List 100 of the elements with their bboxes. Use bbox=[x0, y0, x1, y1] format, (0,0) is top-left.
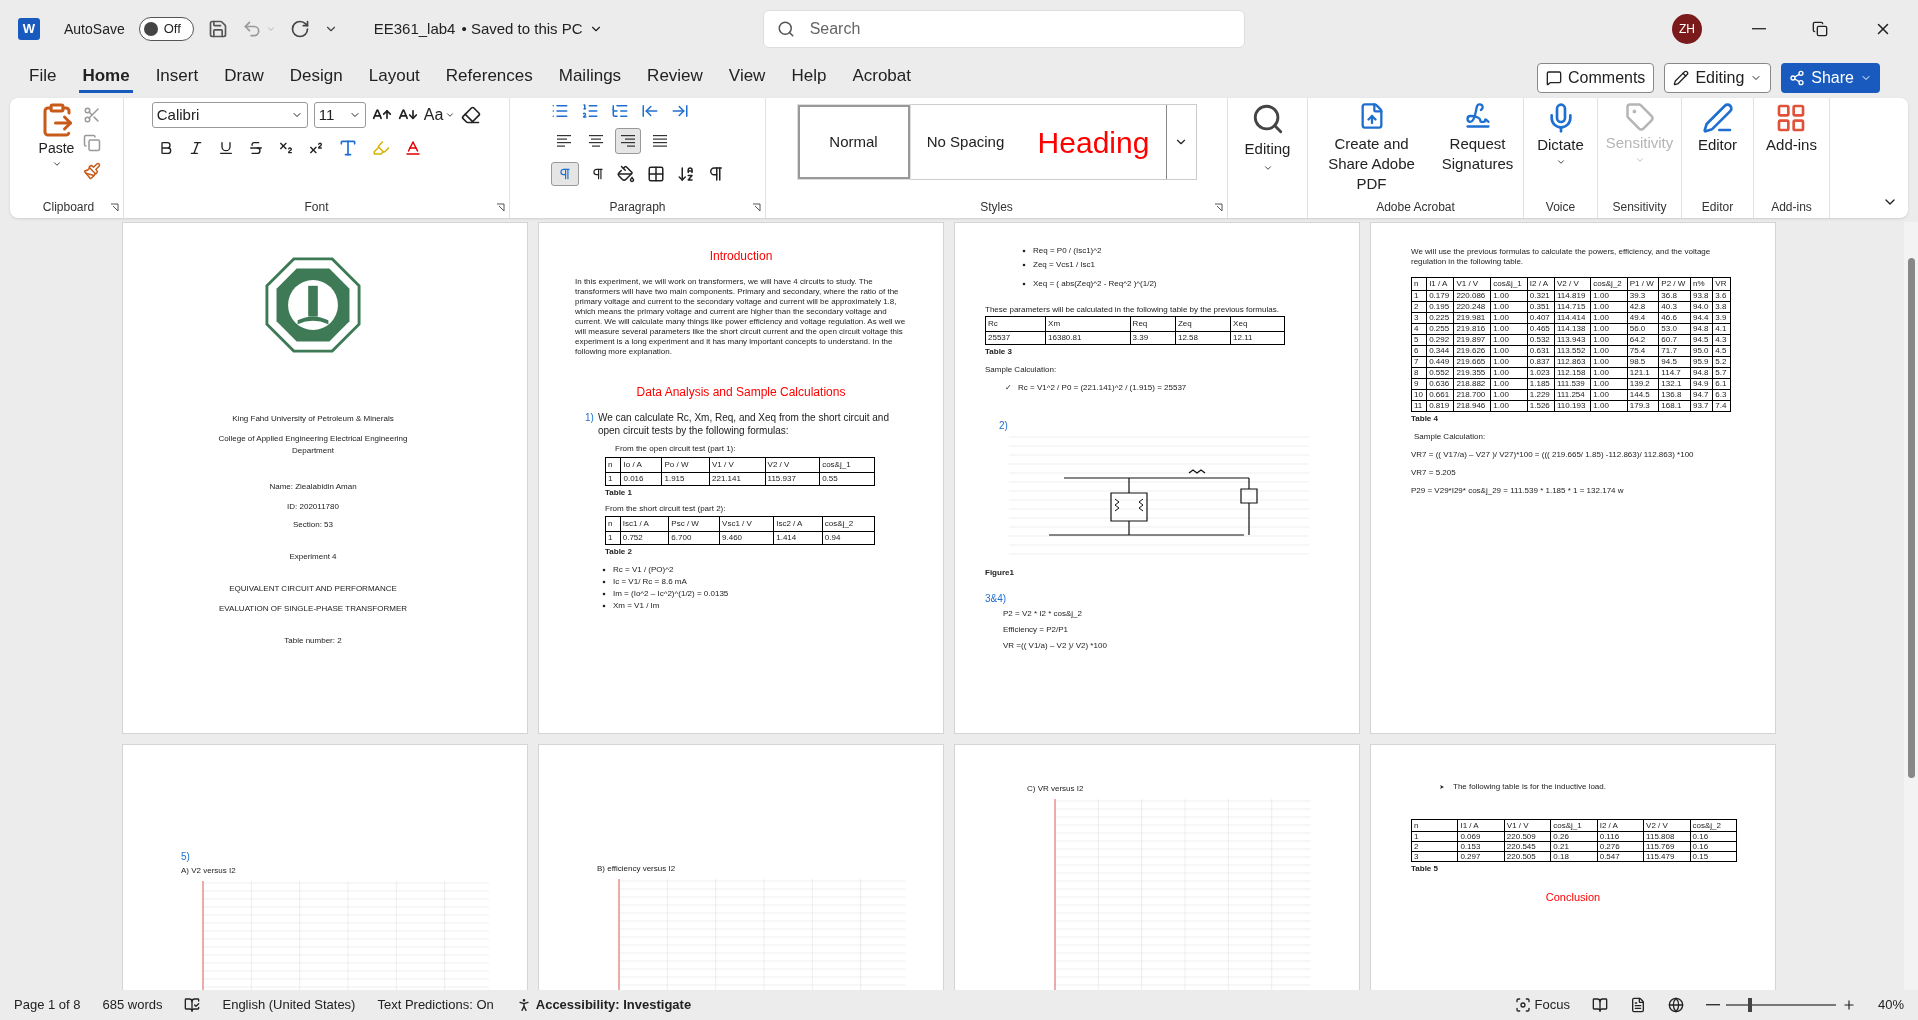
editing-mode-button[interactable]: Editing bbox=[1664, 63, 1772, 93]
style-option[interactable]: Normal bbox=[797, 105, 910, 179]
table-header: I1 / A bbox=[1426, 277, 1454, 291]
table-header: Isc1 / A bbox=[620, 516, 669, 532]
ribbon-tab[interactable]: Acrobat bbox=[849, 62, 914, 94]
table-cell: 94.5 bbox=[1658, 356, 1691, 368]
ribbon-tab[interactable]: Insert bbox=[152, 62, 202, 94]
group-label: Sensitivity bbox=[1612, 199, 1667, 216]
zoom-slider-thumb[interactable] bbox=[1747, 998, 1752, 1012]
ribbon-tab[interactable]: Review bbox=[644, 62, 706, 94]
autosave-toggle[interactable]: Off bbox=[138, 17, 194, 41]
table-header: I1 / A bbox=[1457, 819, 1505, 832]
table-cell: 0.18 bbox=[1550, 851, 1598, 862]
ribbon-tab[interactable]: Mailings bbox=[555, 62, 625, 94]
add-ins-button[interactable]: Add-ins bbox=[1766, 102, 1817, 157]
restore-icon bbox=[1812, 21, 1828, 37]
share-button[interactable]: Share bbox=[1781, 63, 1880, 93]
table-cell: 4 bbox=[1411, 323, 1427, 335]
group-label: Clipboard bbox=[42, 199, 95, 216]
search-field[interactable]: Search bbox=[762, 10, 1245, 48]
table-header: V2 / V bbox=[765, 457, 820, 473]
tag-icon bbox=[1624, 102, 1655, 132]
table-header: Zeq bbox=[1175, 316, 1231, 332]
scrollbar[interactable] bbox=[1904, 222, 1918, 990]
table-header: cos&j_2 bbox=[1590, 277, 1628, 291]
request-signatures-button[interactable]: Request Signatures bbox=[1439, 102, 1516, 194]
table-cell: 16380.81 bbox=[1045, 331, 1131, 345]
graph-caption: B) efficiency versus I2 bbox=[597, 863, 677, 875]
table-cell: 0.547 bbox=[1597, 851, 1644, 862]
dialog-launcher-icon[interactable] bbox=[496, 203, 505, 212]
ribbon-tab[interactable]: Design bbox=[286, 62, 346, 94]
table-cell: 0.15 bbox=[1690, 851, 1737, 862]
table-cell: 115.769 bbox=[1643, 841, 1691, 852]
left-to-right-button[interactable] bbox=[550, 162, 579, 186]
ribbon-tab[interactable]: Layout bbox=[365, 62, 423, 94]
dialog-launcher-icon[interactable] bbox=[1214, 203, 1223, 212]
table-header: V2 / V bbox=[1554, 277, 1591, 291]
table-cell: 93.7 bbox=[1690, 400, 1713, 412]
table-header: Po / W bbox=[662, 457, 710, 473]
table-cell: 220.248 bbox=[1453, 301, 1491, 313]
ribbon-tab[interactable]: Draw bbox=[221, 62, 267, 94]
table-cell: 221.141 bbox=[709, 472, 766, 486]
table-header: cos&j_1 bbox=[1490, 277, 1528, 291]
section-number: Section: 53 bbox=[293, 519, 333, 531]
increase-indent-icon bbox=[670, 102, 689, 120]
create-pdf-button[interactable]: Create and Share Adobe PDF bbox=[1315, 102, 1428, 194]
chevron-icon bbox=[265, 24, 276, 34]
table-cell: 0.351 bbox=[1527, 301, 1555, 313]
table-cell: 94.8 bbox=[1690, 367, 1713, 379]
table-cell: 0.532 bbox=[1527, 334, 1555, 346]
paste-button[interactable]: Paste bbox=[36, 102, 77, 180]
table-cell: 219.626 bbox=[1453, 345, 1491, 357]
table-cell: 11 bbox=[1411, 400, 1427, 412]
section-heading: Introduction bbox=[708, 248, 774, 265]
table-cell: 218.882 bbox=[1453, 378, 1491, 390]
pencil-icon bbox=[1673, 70, 1690, 86]
web-layout-icon bbox=[1667, 997, 1684, 1013]
accessibility-button[interactable]: Accessibility: Investigate bbox=[515, 995, 692, 1015]
repeat-icon bbox=[289, 19, 310, 39]
table-cell: 4.5 bbox=[1712, 345, 1731, 357]
formula-text: Rc = V1^2 / P0 = (221.141)^2 / (1.915) = 25537 bbox=[1018, 382, 1187, 394]
table-header: I2 / A bbox=[1527, 277, 1555, 291]
font-name-dropdown[interactable]: Calibri bbox=[151, 102, 308, 128]
ribbon-tab[interactable]: References bbox=[442, 62, 536, 94]
ribbon-tab[interactable]: Home bbox=[79, 62, 133, 94]
align-icon bbox=[651, 134, 668, 148]
table-cell: 218.946 bbox=[1453, 400, 1491, 412]
dictate-button[interactable]: Dictate bbox=[1537, 102, 1584, 167]
graph-caption: C) VR versus I2 bbox=[1027, 783, 1085, 795]
style-option[interactable]: No Spacing bbox=[909, 105, 1022, 179]
table-cell: 110.193 bbox=[1554, 400, 1591, 412]
table-header: n bbox=[605, 516, 621, 532]
table-cell: 218.700 bbox=[1453, 389, 1491, 401]
dialog-launcher-icon[interactable] bbox=[752, 203, 761, 212]
align-icon bbox=[619, 134, 636, 148]
table-caption: Table 1 bbox=[605, 487, 633, 499]
table-cell: 98.5 bbox=[1627, 356, 1659, 368]
ribbon-tab[interactable]: File bbox=[26, 62, 60, 94]
change-case-button[interactable]: Aa bbox=[423, 103, 456, 127]
table-cell: 219.816 bbox=[1453, 323, 1491, 335]
editor-button[interactable]: Editor bbox=[1697, 102, 1738, 157]
align-button[interactable] bbox=[614, 128, 641, 154]
editing-button[interactable]: Editing bbox=[1244, 102, 1291, 173]
undo-icon bbox=[241, 19, 262, 39]
user-avatar[interactable]: ZH bbox=[1672, 14, 1702, 44]
table-cell: 112.158 bbox=[1554, 367, 1591, 379]
ribbon-tab[interactable]: View bbox=[725, 62, 769, 94]
table-cell: 95.0 bbox=[1690, 345, 1713, 357]
style-option[interactable]: Heading bbox=[1021, 105, 1166, 179]
dialog-launcher-icon[interactable] bbox=[110, 203, 119, 212]
table-cell: 115.808 bbox=[1643, 831, 1691, 842]
font-size-dropdown[interactable]: 11 bbox=[313, 102, 366, 128]
table-cell: 12.11 bbox=[1230, 331, 1285, 345]
table-cell: 0.16 bbox=[1690, 841, 1737, 852]
table-cell: 1 bbox=[1411, 831, 1458, 842]
font-color-icon bbox=[403, 139, 422, 157]
comments-button[interactable]: Comments bbox=[1537, 63, 1655, 93]
ribbon-tab[interactable]: Help bbox=[788, 62, 830, 94]
focus-button[interactable]: Focus bbox=[1514, 995, 1570, 1015]
table-cell: 1.414 bbox=[773, 531, 823, 545]
